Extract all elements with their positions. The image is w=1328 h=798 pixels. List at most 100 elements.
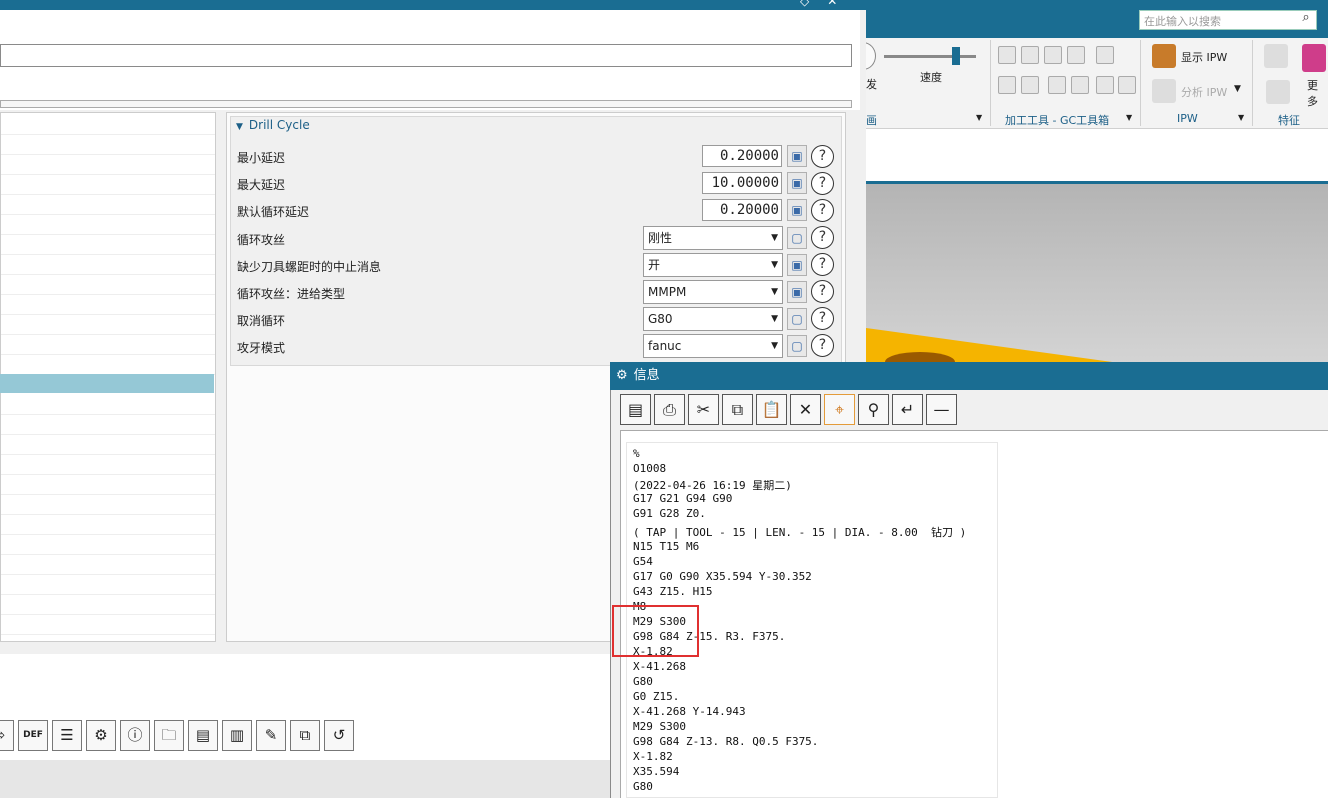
- save-icon[interactable]: ▥: [222, 720, 252, 751]
- tool-icon[interactable]: [1071, 76, 1089, 94]
- tree-row[interactable]: [1, 555, 215, 575]
- speed-slider-track[interactable]: [884, 55, 976, 58]
- target-icon[interactable]: ⌖: [824, 394, 855, 425]
- default-delay-input[interactable]: 0.20000: [702, 199, 782, 221]
- tool-icon[interactable]: [1096, 46, 1114, 64]
- import-icon[interactable]: ⇨: [0, 720, 14, 751]
- tree-row[interactable]: [1, 315, 215, 335]
- settings-icon[interactable]: ⚙: [86, 720, 116, 751]
- lock-icon[interactable]: ▣: [787, 145, 807, 167]
- tree-row[interactable]: [1, 115, 215, 135]
- undo-icon[interactable]: ↺: [324, 720, 354, 751]
- tree-row[interactable]: [1, 255, 215, 275]
- tree-row[interactable]: [1, 595, 215, 615]
- tool-icon[interactable]: [1048, 76, 1066, 94]
- lock-icon[interactable]: ▣: [787, 199, 807, 221]
- feature-icon[interactable]: [1264, 44, 1288, 68]
- show-ipw-icon[interactable]: [1152, 44, 1176, 68]
- info-icon[interactable]: ⓘ: [120, 720, 150, 751]
- chevron-down-icon[interactable]: ▼: [1238, 113, 1244, 122]
- show-ipw-button[interactable]: 显示 IPW: [1181, 49, 1227, 65]
- tree-row[interactable]: [1, 435, 215, 455]
- tool-icon[interactable]: [998, 76, 1016, 94]
- save-icon[interactable]: ▤: [620, 394, 651, 425]
- tool-icon[interactable]: [1021, 46, 1039, 64]
- tool-icon[interactable]: [1044, 46, 1062, 64]
- more-icon[interactable]: [1302, 44, 1326, 72]
- tree-row[interactable]: [1, 515, 215, 535]
- clear-icon[interactable]: ✕: [790, 394, 821, 425]
- more-button[interactable]: 更多: [1307, 77, 1328, 109]
- def-icon[interactable]: DEF: [18, 720, 48, 751]
- tree-row[interactable]: [1, 355, 215, 375]
- tree-row[interactable]: [1, 455, 215, 475]
- help-icon[interactable]: ?: [811, 199, 834, 222]
- tree-row[interactable]: [1, 195, 215, 215]
- tap-mode-select[interactable]: fanuc ▼: [643, 334, 783, 358]
- copy-file-icon[interactable]: ⧉: [290, 720, 320, 751]
- tree-row[interactable]: [1, 415, 215, 435]
- search-input[interactable]: 在此输入以搜索: [1139, 10, 1317, 30]
- unlock-icon[interactable]: ▢: [787, 227, 807, 249]
- search-icon[interactable]: ⌕: [1296, 10, 1316, 30]
- cut-icon[interactable]: ✂: [688, 394, 719, 425]
- cycle-tap-select[interactable]: 刚性 ▼: [643, 226, 783, 250]
- chevron-down-icon[interactable]: ▼: [1126, 113, 1132, 122]
- collapse-triangle-icon[interactable]: ▼: [236, 122, 243, 132]
- help-icon[interactable]: ?: [811, 145, 834, 168]
- find-icon[interactable]: ⚲: [858, 394, 889, 425]
- cancel-cycle-select[interactable]: G80 ▼: [643, 307, 783, 331]
- feature-add-icon[interactable]: [1266, 80, 1290, 104]
- name-field[interactable]: [0, 44, 852, 67]
- help-icon[interactable]: ?: [811, 280, 834, 303]
- lock-icon[interactable]: ▣: [787, 281, 807, 303]
- wrap-icon[interactable]: ↵: [892, 394, 923, 425]
- section-header[interactable]: ▼ Drill Cycle: [236, 118, 310, 132]
- chevron-down-icon[interactable]: ▼: [976, 113, 982, 122]
- abort-message-select[interactable]: 开 ▼: [643, 253, 783, 277]
- tree-row-selected[interactable]: [0, 374, 214, 393]
- save-as-icon[interactable]: ▤: [188, 720, 218, 751]
- open-folder-icon[interactable]: 🗀: [154, 720, 184, 751]
- help-icon[interactable]: ?: [811, 307, 834, 330]
- analyze-ipw-button[interactable]: 分析 IPW: [1181, 84, 1227, 100]
- tool-icon[interactable]: [1021, 76, 1039, 94]
- tree-row[interactable]: [1, 135, 215, 155]
- tree-row[interactable]: [1, 175, 215, 195]
- tree-row[interactable]: [1, 215, 215, 235]
- help-icon[interactable]: ?: [811, 334, 834, 357]
- minimize-icon[interactable]: —: [926, 394, 957, 425]
- dialog-window-controls[interactable]: ◇✕: [800, 0, 866, 8]
- copy-icon[interactable]: ⧉: [722, 394, 753, 425]
- unlock-icon[interactable]: ▢: [787, 335, 807, 357]
- tree-row[interactable]: [1, 615, 215, 635]
- tree-row[interactable]: [1, 275, 215, 295]
- edit-file-icon[interactable]: ✎: [256, 720, 286, 751]
- unlock-icon[interactable]: ▢: [787, 308, 807, 330]
- tool-icon[interactable]: [998, 46, 1016, 64]
- tree-row[interactable]: [1, 235, 215, 255]
- help-icon[interactable]: ?: [811, 253, 834, 276]
- lock-icon[interactable]: ▣: [787, 172, 807, 194]
- min-delay-input[interactable]: 0.20000: [702, 145, 782, 167]
- max-delay-input[interactable]: 10.00000: [702, 172, 782, 194]
- print-icon[interactable]: ⎙: [654, 394, 685, 425]
- lock-icon[interactable]: ▣: [787, 254, 807, 276]
- tree-row[interactable]: [1, 335, 215, 355]
- tree-row[interactable]: [1, 575, 215, 595]
- tree-row[interactable]: [1, 295, 215, 315]
- tool-icon[interactable]: [1118, 76, 1136, 94]
- chevron-down-icon[interactable]: ▼: [1234, 84, 1241, 94]
- graphics-viewport[interactable]: [866, 184, 1328, 364]
- speed-slider-thumb[interactable]: [952, 47, 960, 65]
- tree-row[interactable]: [1, 475, 215, 495]
- tree-row[interactable]: [1, 395, 215, 415]
- tool-icon[interactable]: [1096, 76, 1114, 94]
- tree-row[interactable]: [1, 535, 215, 555]
- help-icon[interactable]: ?: [811, 226, 834, 249]
- edit-list-icon[interactable]: ☰: [52, 720, 82, 751]
- help-icon[interactable]: ?: [811, 172, 834, 195]
- paste-icon[interactable]: 📋: [756, 394, 787, 425]
- tree-row[interactable]: [1, 495, 215, 515]
- tree-row[interactable]: [1, 155, 215, 175]
